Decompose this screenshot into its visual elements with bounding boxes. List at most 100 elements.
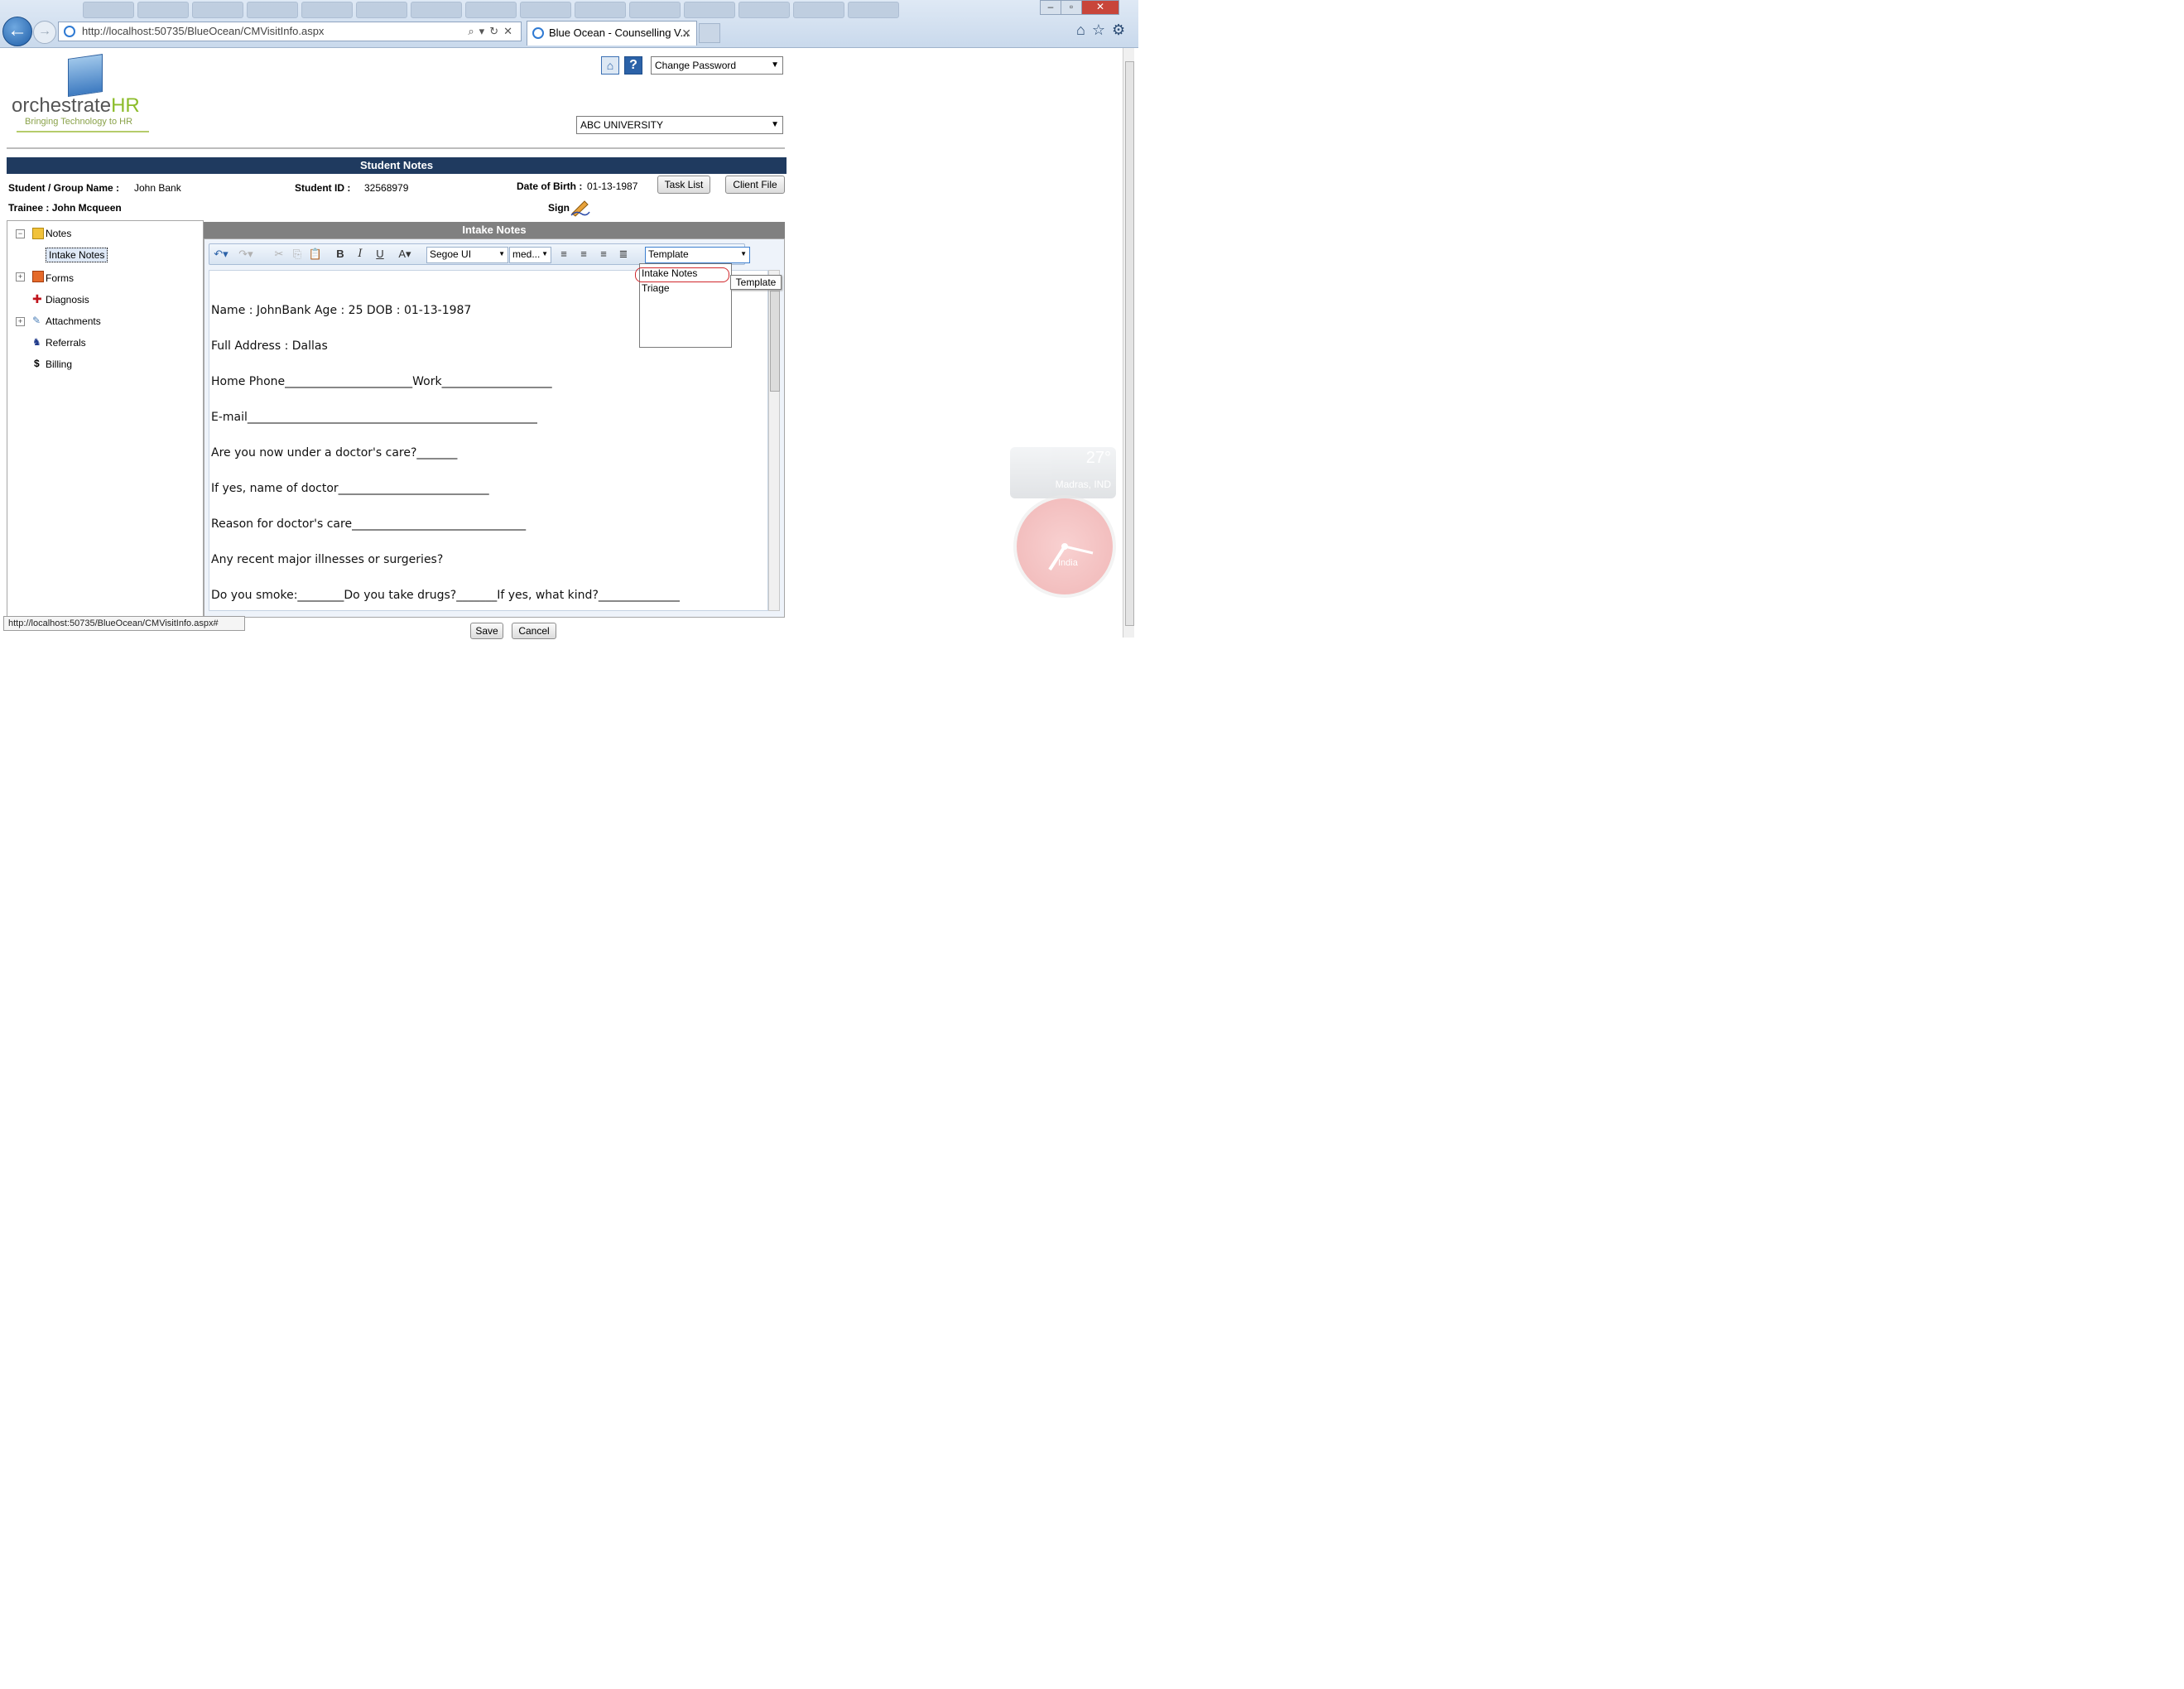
chevron-down-icon: ▼	[771, 60, 779, 70]
chevron-down-icon: ▼	[541, 250, 548, 257]
new-tab-button[interactable]	[699, 23, 720, 43]
page-scrollbar-thumb[interactable]	[1125, 61, 1134, 626]
background-window-tab[interactable]	[465, 2, 517, 18]
home-icon: ⌂	[606, 59, 614, 72]
template-option-triage[interactable]: Triage	[642, 282, 670, 294]
align-right-icon[interactable]: ≡	[595, 247, 612, 262]
note-line: Any recent major illnesses or surgeries?	[211, 553, 444, 566]
italic-button[interactable]: I	[352, 247, 368, 262]
expand-icon[interactable]: +	[16, 317, 25, 326]
background-window-tab[interactable]	[575, 2, 626, 18]
background-window-tab[interactable]	[356, 2, 407, 18]
back-button[interactable]: ←	[2, 17, 32, 46]
active-tab-title: Blue Ocean - Counselling V...	[549, 26, 690, 39]
font-size-select[interactable]: med... ▼	[509, 247, 551, 263]
background-window-tab[interactable]	[629, 2, 681, 18]
minimize-button[interactable]: –	[1040, 0, 1061, 15]
active-browser-tab[interactable]: Blue Ocean - Counselling V... ✕	[527, 21, 697, 46]
forms-icon	[32, 271, 44, 282]
tab-close-icon[interactable]: ✕	[681, 22, 691, 45]
align-left-icon[interactable]: ≡	[556, 247, 572, 262]
dob-label: Date of Birth :	[517, 180, 583, 192]
account-select[interactable]: Change Password ▼	[651, 56, 783, 75]
tree-item-billing[interactable]: Billing	[46, 358, 72, 370]
weather-temperature: 27°	[1085, 449, 1111, 467]
intake-notes-title: Intake Notes	[204, 222, 785, 238]
template-select[interactable]: Template ▼	[645, 247, 750, 263]
underline-button[interactable]: U	[372, 247, 388, 262]
clock-gadget: India	[1013, 495, 1116, 598]
background-window-tab[interactable]	[83, 2, 134, 18]
tree-item-forms[interactable]: Forms	[46, 272, 74, 284]
justify-icon[interactable]: ≣	[615, 247, 632, 262]
paperclip-icon: ✎	[32, 315, 41, 326]
tree-item-notes[interactable]: Notes	[46, 228, 71, 239]
font-family-select[interactable]: Segoe UI ▼	[426, 247, 508, 263]
undo-icon[interactable]: ↶▾	[213, 247, 229, 262]
background-window-tab[interactable]	[137, 2, 189, 18]
tree-item-attachments[interactable]: Attachments	[46, 315, 101, 327]
tree-item-referrals[interactable]: Referrals	[46, 337, 86, 349]
browser-toolbar: – ▫ ✕ ← → http://localhost:50735/BlueOce…	[0, 0, 1138, 48]
note-line: Do you smoke:________Do you take drugs?_…	[211, 589, 680, 602]
background-window-tab[interactable]	[684, 2, 735, 18]
help-icon: ?	[629, 58, 637, 72]
background-window-tab[interactable]	[192, 2, 243, 18]
task-list-button[interactable]: Task List	[657, 176, 710, 194]
address-bar[interactable]: http://localhost:50735/BlueOcean/CMVisit…	[58, 22, 522, 41]
template-tooltip: Template	[730, 275, 782, 290]
tree-item-intake-notes[interactable]: Intake Notes	[46, 248, 108, 262]
paste-icon[interactable]: 📋	[307, 247, 324, 262]
align-center-icon[interactable]: ≡	[575, 247, 592, 262]
logo-text-main: orchestrate	[12, 94, 112, 117]
chevron-down-icon: ▼	[740, 250, 747, 257]
maximize-button[interactable]: ▫	[1061, 0, 1082, 15]
organization-select[interactable]: ABC UNIVERSITY ▼	[576, 116, 783, 134]
sign-pen-icon[interactable]	[570, 199, 591, 217]
notes-icon	[32, 228, 44, 239]
tree-item-diagnosis[interactable]: Diagnosis	[46, 294, 89, 306]
note-line: Name : JohnBank Age : 25 DOB : 01-13-198…	[211, 304, 472, 317]
font-family-value: Segoe UI	[430, 248, 472, 260]
page-scrollbar[interactable]	[1123, 48, 1134, 638]
background-window-tab[interactable]	[793, 2, 844, 18]
background-window-tab[interactable]	[411, 2, 462, 18]
save-button[interactable]: Save	[470, 623, 503, 639]
home-button[interactable]: ⌂	[601, 56, 619, 75]
help-button[interactable]: ?	[624, 56, 642, 75]
client-file-button[interactable]: Client File	[725, 176, 785, 194]
student-id-label: Student ID :	[295, 182, 351, 194]
window-close-button[interactable]: ✕	[1081, 0, 1119, 15]
copy-icon[interactable]: ⎘	[289, 247, 305, 262]
editor-scrollbar-thumb[interactable]	[770, 291, 780, 392]
note-line: E-mail__________________________________…	[211, 411, 537, 424]
font-color-button[interactable]: A▾	[393, 247, 416, 262]
address-tools-icons[interactable]: ⌕▾↻✕	[468, 22, 517, 41]
cut-icon[interactable]: ✂	[271, 247, 287, 262]
logo-underline	[17, 131, 149, 132]
note-line: Reason for doctor's care________________…	[211, 517, 527, 531]
redo-icon[interactable]: ↷▾	[238, 247, 254, 262]
template-option-intake-notes[interactable]: Intake Notes	[642, 267, 697, 279]
background-window-tab[interactable]	[520, 2, 571, 18]
editor-toolbar: ↶▾ ↷▾ ✂ ⎘ 📋 B I U A▾ Segoe UI ▼ med... ▼…	[209, 243, 750, 265]
bold-button[interactable]: B	[332, 247, 349, 262]
background-window-tab[interactable]	[848, 2, 899, 18]
forward-button[interactable]: →	[33, 21, 56, 44]
status-url-tooltip: http://localhost:50735/BlueOcean/CMVisit…	[3, 616, 245, 631]
expand-icon[interactable]: +	[16, 272, 25, 282]
background-window-tab[interactable]	[247, 2, 298, 18]
editor-scrollbar[interactable]	[768, 270, 780, 611]
logo-text: orchestrateHR	[12, 94, 140, 118]
back-arrow-icon: ←	[7, 19, 27, 41]
ie-page-icon	[64, 26, 75, 37]
student-id-value: 32568979	[364, 182, 409, 194]
collapse-icon[interactable]: −	[16, 229, 25, 238]
background-window-tab[interactable]	[738, 2, 790, 18]
trainee-label: Trainee : John Mcqueen	[8, 202, 122, 214]
cross-icon: ✚	[32, 292, 42, 306]
background-window-tab[interactable]	[301, 2, 353, 18]
ie-tab-icon	[532, 27, 544, 39]
browser-home-favorites-tools-icons[interactable]: ⌂☆⚙	[1076, 22, 1132, 39]
cancel-button[interactable]: Cancel	[512, 623, 556, 639]
